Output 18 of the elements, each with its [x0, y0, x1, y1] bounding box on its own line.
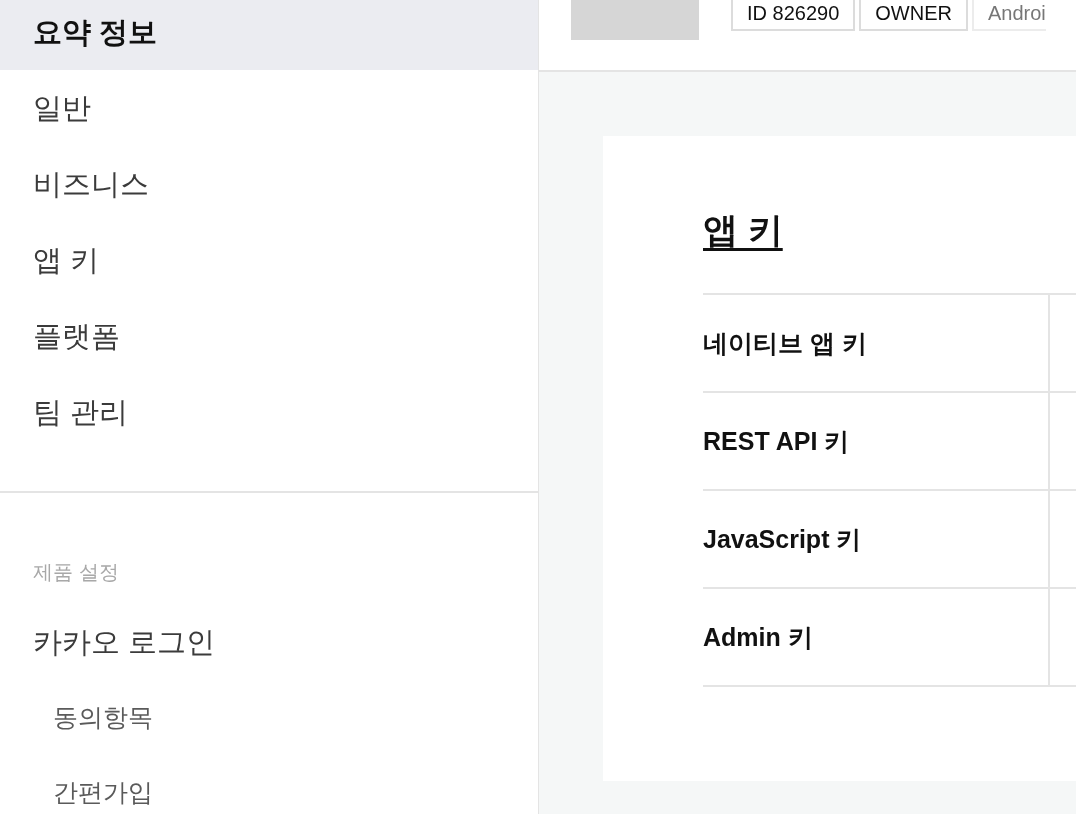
sidebar-item[interactable]: 앱 키 — [0, 222, 538, 298]
table-row-header: Admin 키 — [703, 589, 1050, 685]
section-label: 제품 설정 — [32, 560, 120, 585]
sidebar-item[interactable]: 요약 정보 — [0, 0, 538, 70]
sidebar-item[interactable]: 간편가입 — [0, 755, 538, 814]
info-tag: OWNER — [859, 0, 968, 31]
sidebar-item[interactable]: 카카오 로그인 — [0, 604, 538, 680]
sidebar-item[interactable]: 팀 관리 — [0, 374, 538, 450]
sidebar-item[interactable]: 플랫폼 — [0, 298, 538, 374]
sidebar-item[interactable]: 동의항목 — [0, 680, 538, 755]
section-title: 앱 키 — [703, 209, 783, 251]
info-tag: Androi — [971, 0, 1046, 31]
table-row-header: 네이티브 앱 키 — [703, 295, 1050, 391]
table-row-header: JavaScript 키 — [703, 491, 1050, 587]
info-tag: ID 826290 — [731, 0, 856, 31]
table-row-header: REST API 키 — [703, 393, 1050, 489]
sidebar-item[interactable]: 비즈니스 — [0, 146, 538, 222]
sidebar-item[interactable]: 일반 — [0, 70, 538, 146]
